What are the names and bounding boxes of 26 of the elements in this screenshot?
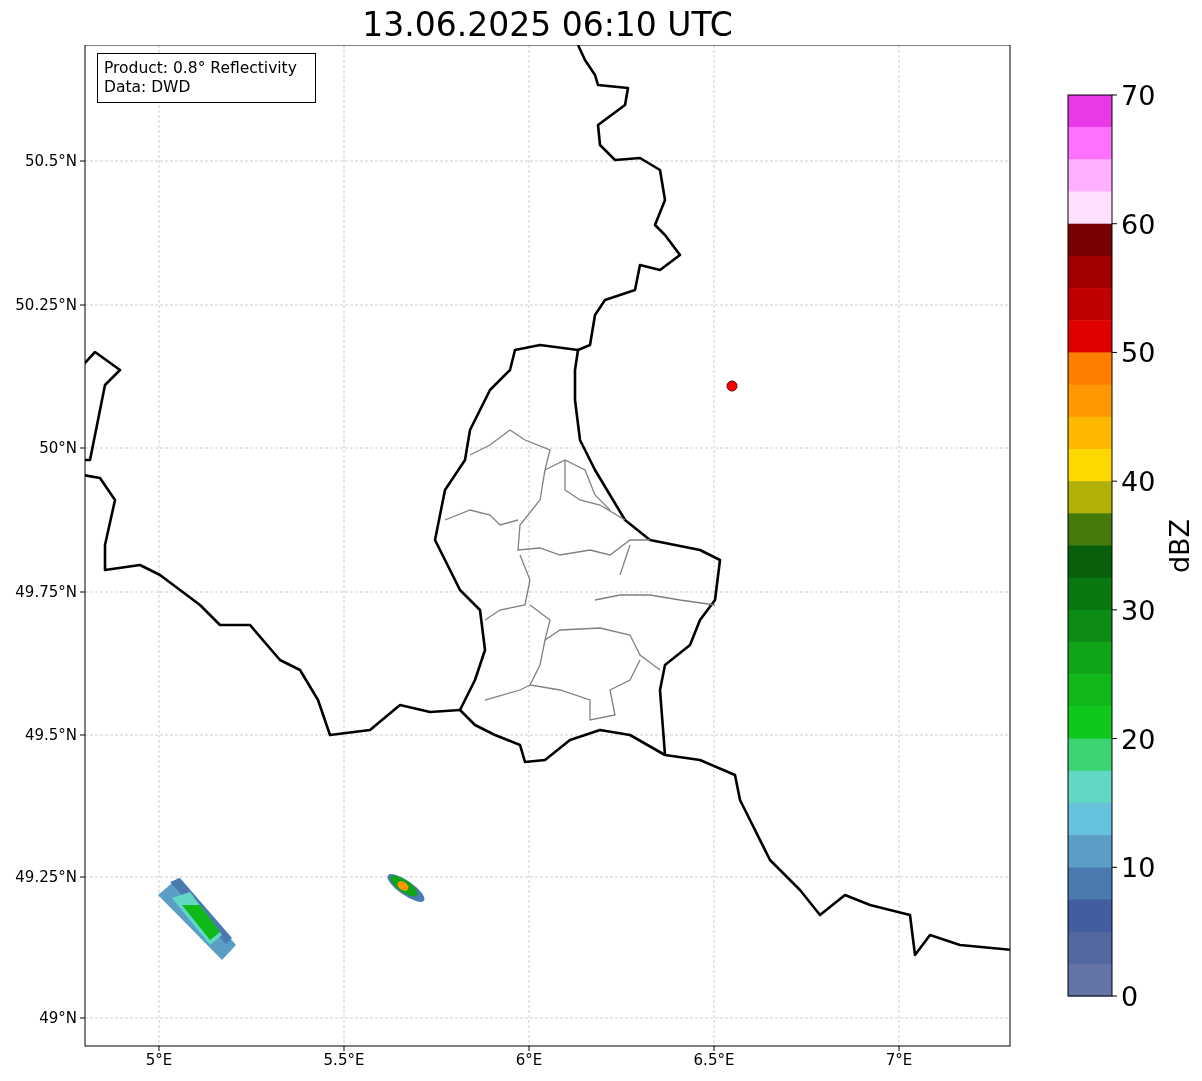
- info-text: Data: DWD: [104, 78, 191, 96]
- colorbar-tick-label: 30: [1121, 594, 1156, 626]
- latitude-label: 50°N: [39, 439, 77, 457]
- latitude-label: 49.75°N: [15, 583, 77, 601]
- longitude-label: 6.5°E: [693, 1051, 735, 1069]
- colorbar-tick-label: 70: [1121, 80, 1156, 111]
- colorbar-tick-label: 60: [1121, 208, 1156, 240]
- longitude-label: 6°E: [515, 1051, 543, 1069]
- latitude-label: 50.5°N: [24, 152, 77, 170]
- colorbar-tick-label: 50: [1121, 337, 1156, 369]
- longitude-label: 7°E: [885, 1051, 913, 1069]
- colorbar-tick-label: 0: [1121, 981, 1139, 1012]
- longitude-label: 5°E: [145, 1051, 173, 1069]
- longitude-label: 5.5°E: [323, 1051, 365, 1069]
- colorbar-tick-label: 20: [1121, 723, 1156, 755]
- latitude-label: 49.25°N: [15, 868, 77, 886]
- info-text: Product: 0.8° Reflectivity: [104, 59, 297, 77]
- radar-site-marker: [726, 380, 738, 392]
- plot-title: 13.06.2025 06:10 UTC: [361, 4, 734, 45]
- radar-echo-drawing: [387, 874, 425, 902]
- colorbar-tick-label: 10: [1121, 852, 1156, 884]
- latitude-label: 49.5°N: [24, 726, 77, 744]
- latitude-label: 50.25°N: [15, 296, 77, 314]
- colorbar-label: dBZ: [1164, 518, 1195, 574]
- latitude-label: 49°N: [39, 1009, 77, 1027]
- colorbar-tick-label: 40: [1121, 466, 1156, 498]
